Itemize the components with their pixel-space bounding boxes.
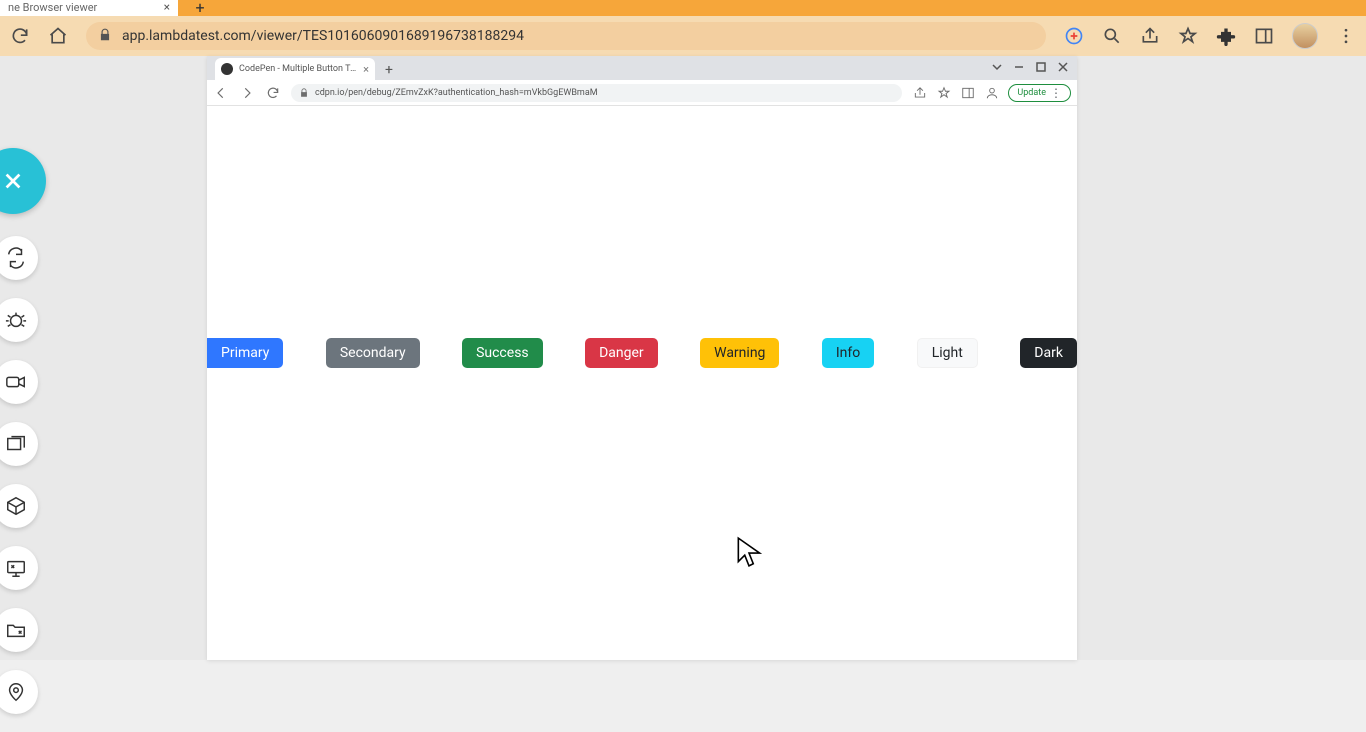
vm-tab[interactable]: CodePen - Multiple Button Tran… × xyxy=(215,58,375,80)
new-tab-button[interactable]: + xyxy=(188,0,212,16)
outer-browser-tab[interactable]: ne Browser viewer × xyxy=(0,0,178,16)
lock-icon xyxy=(299,83,309,102)
vm-window-controls xyxy=(987,59,1073,75)
tool-sidebar xyxy=(0,236,44,732)
outer-url-text: app.lambdatest.com/viewer/TES10160609016… xyxy=(122,28,524,44)
outer-tab-title: ne Browser viewer xyxy=(8,1,97,14)
outer-toolbar-right xyxy=(1064,23,1356,49)
workspace: CodePen - Multiple Button Tran… × + cdpn… xyxy=(0,56,1366,660)
star-icon[interactable] xyxy=(1178,26,1198,46)
minimize-icon[interactable] xyxy=(1009,59,1029,75)
vm-close-icon[interactable] xyxy=(1053,59,1073,75)
codepen-favicon xyxy=(221,63,233,75)
outer-tabstrip: ne Browser viewer × + xyxy=(0,0,1366,16)
page-content: Primary Secondary Success Danger Warning… xyxy=(207,106,1077,660)
share-icon[interactable] xyxy=(912,85,928,101)
home-icon[interactable] xyxy=(48,26,68,46)
success-button[interactable]: Success xyxy=(462,338,543,368)
lock-icon xyxy=(98,27,112,46)
resolution-icon[interactable] xyxy=(0,546,38,590)
close-tab-icon[interactable]: × xyxy=(164,0,170,14)
maximize-icon[interactable] xyxy=(1031,59,1051,75)
danger-button[interactable]: Danger xyxy=(585,338,658,368)
files-icon[interactable] xyxy=(0,608,38,652)
location-icon[interactable] xyxy=(0,670,38,714)
vm-tabstrip: CodePen - Multiple Button Tran… × + xyxy=(207,56,1077,80)
buttons-row: Primary Secondary Success Danger Warning… xyxy=(207,338,1077,368)
share-icon[interactable] xyxy=(1140,26,1160,46)
update-button[interactable]: Update ⋮ xyxy=(1008,84,1071,102)
secondary-button[interactable]: Secondary xyxy=(326,338,420,368)
vm-new-tab-button[interactable]: + xyxy=(379,60,399,80)
update-label: Update xyxy=(1017,88,1046,98)
light-button[interactable]: Light xyxy=(917,338,978,368)
vm-url-text: cdpn.io/pen/debug/ZEmvZxK?authentication… xyxy=(315,88,598,98)
vm-tab-close-icon[interactable]: × xyxy=(363,63,369,76)
vm-address-bar[interactable]: cdpn.io/pen/debug/ZEmvZxK?authentication… xyxy=(291,84,902,102)
sidepanel-icon[interactable] xyxy=(1254,26,1274,46)
virtual-browser-window: CodePen - Multiple Button Tran… × + cdpn… xyxy=(207,56,1077,660)
reload-icon[interactable] xyxy=(265,85,281,101)
extensions-icon[interactable] xyxy=(1216,26,1236,46)
switch-icon[interactable] xyxy=(0,236,38,280)
vm-tab-title: CodePen - Multiple Button Tran… xyxy=(239,64,357,74)
update-menu-icon[interactable]: ⋮ xyxy=(1050,89,1062,97)
warning-button[interactable]: Warning xyxy=(700,338,779,368)
outer-toolbar: app.lambdatest.com/viewer/TES10160609016… xyxy=(0,16,1366,56)
profile-avatar[interactable] xyxy=(1292,23,1318,49)
package-icon[interactable] xyxy=(0,484,38,528)
outer-address-bar[interactable]: app.lambdatest.com/viewer/TES10160609016… xyxy=(86,22,1046,50)
dark-button[interactable]: Dark xyxy=(1020,338,1077,368)
zoom-icon[interactable] xyxy=(1102,26,1122,46)
star-icon[interactable] xyxy=(936,85,952,101)
primary-button[interactable]: Primary xyxy=(207,338,283,368)
vm-toolbar-right: Update ⋮ xyxy=(912,84,1071,102)
profile-icon[interactable] xyxy=(984,85,1000,101)
gallery-icon[interactable] xyxy=(0,422,38,466)
mouse-cursor xyxy=(736,536,762,572)
google-icon[interactable] xyxy=(1064,26,1084,46)
vm-toolbar: cdpn.io/pen/debug/ZEmvZxK?authentication… xyxy=(207,80,1077,106)
sidepanel-icon[interactable] xyxy=(960,85,976,101)
forward-icon[interactable] xyxy=(239,85,255,101)
bug-icon[interactable] xyxy=(0,298,38,342)
video-icon[interactable] xyxy=(0,360,38,404)
chevron-down-icon[interactable] xyxy=(987,59,1007,75)
info-button[interactable]: Info xyxy=(822,338,874,368)
close-session-button[interactable] xyxy=(0,148,46,214)
menu-icon[interactable] xyxy=(1336,26,1356,46)
back-icon[interactable] xyxy=(213,85,229,101)
reload-icon[interactable] xyxy=(10,26,30,46)
